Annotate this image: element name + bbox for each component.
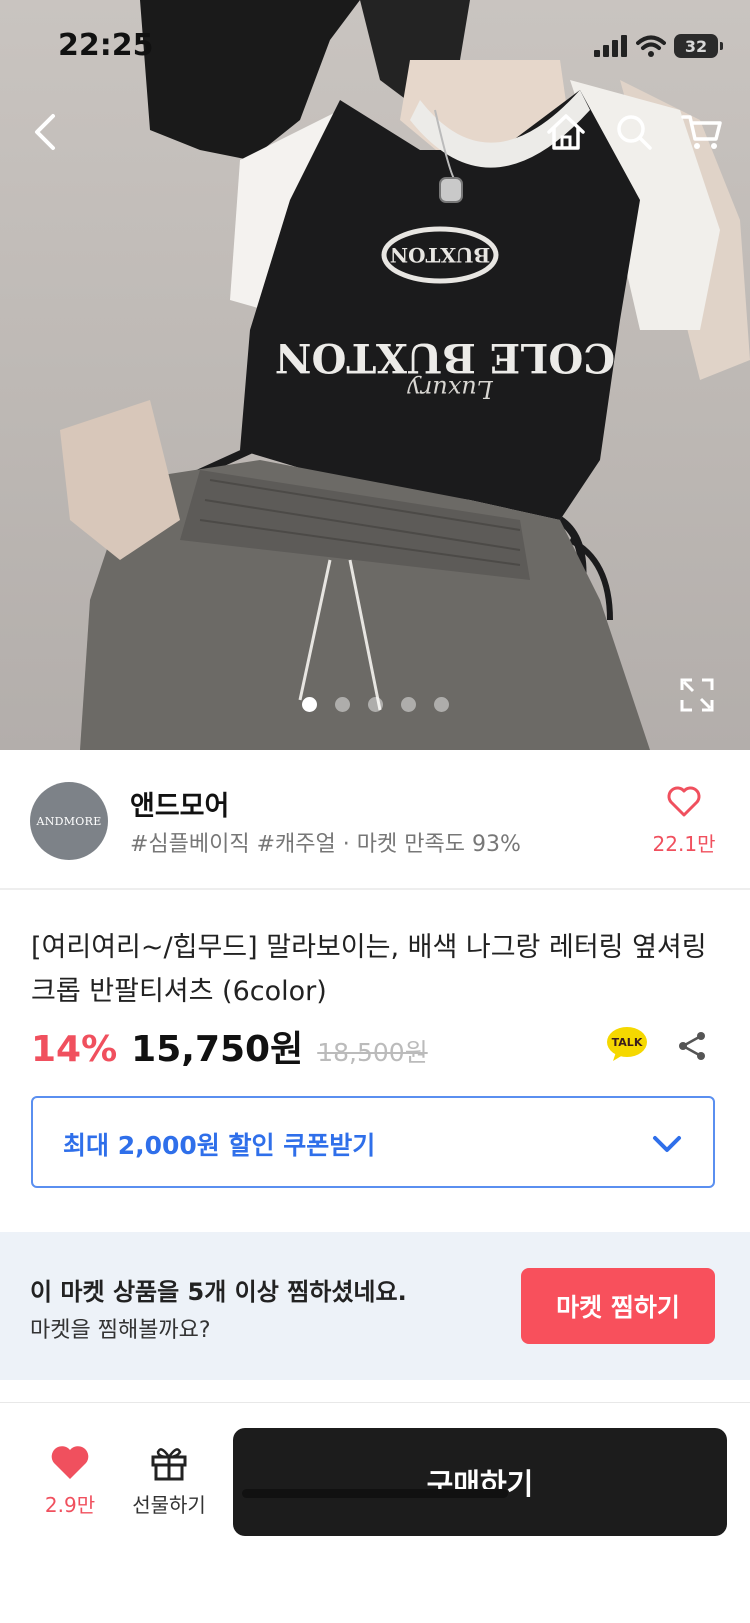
coupon-label: 최대 2,000원 할인 쿠폰받기 (63, 1131, 376, 1160)
signal-icon (594, 35, 627, 57)
like-button[interactable]: 2.9만 (40, 1445, 100, 1518)
svg-text:COLE BUXTON: COLE BUXTON (275, 334, 615, 381)
battery-indicator: 32 (674, 34, 723, 58)
carousel-dot[interactable] (367, 697, 383, 712)
sale-price: 15,750원 (131, 1029, 304, 1070)
back-button[interactable] (22, 108, 70, 156)
bottom-action-bar: 2.9만 선물하기 구매하기 (0, 1402, 750, 1623)
wifi-icon (636, 35, 666, 57)
search-icon (617, 115, 652, 150)
carousel-dot[interactable] (301, 697, 317, 712)
expand-icon[interactable] (680, 678, 714, 712)
svg-text:BUXTON: BUXTON (390, 243, 490, 267)
carousel-dot[interactable] (400, 697, 416, 712)
cart-icon (681, 115, 722, 149)
kakao-talk-icon[interactable]: TALK (606, 1026, 648, 1062)
carousel-dot[interactable] (334, 697, 350, 712)
status-icons: 32 (594, 34, 723, 58)
gift-label: 선물하기 (132, 1493, 206, 1517)
seller-name[interactable]: 앤드모어 (130, 784, 229, 823)
cart-button[interactable] (678, 108, 726, 156)
market-favorite-button[interactable]: 마켓 찜하기 (521, 1268, 715, 1344)
svg-text:Luxury: Luxury (407, 375, 494, 403)
carousel-dot[interactable] (433, 697, 449, 712)
product-image-carousel[interactable]: BUXTON COLE BUXTON Luxury 22:25 32 (0, 0, 750, 750)
svg-text:TALK: TALK (612, 1036, 643, 1049)
search-button[interactable] (610, 108, 658, 156)
heart-icon (667, 786, 701, 817)
price-row: 14% 15,750원 18,500원 (31, 1020, 428, 1072)
product-title: [여리여리~/힙무드] 말라보이는, 배색 나그랑 레터링 옆셔링 크롭 반팔티… (31, 932, 707, 1007)
seller-favorite-button[interactable]: 22.1만 (648, 786, 720, 857)
chevron-down-icon (653, 1136, 681, 1152)
original-price: 18,500원 (317, 1038, 428, 1067)
share-icon[interactable] (676, 1030, 708, 1062)
chevron-left-icon (35, 114, 55, 150)
heart-icon (51, 1446, 89, 1479)
seller-tags: #심플베이직 #캐주얼 · 마켓 만족도 93% (130, 832, 521, 857)
gift-button[interactable]: 선물하기 (124, 1443, 214, 1518)
seller-avatar[interactable]: ANDMORE (30, 782, 108, 860)
home-button[interactable] (542, 108, 590, 156)
banner-subline: 마켓을 찜해볼까요? (30, 1318, 211, 1343)
gift-icon (151, 1448, 187, 1481)
status-time: 22:25 (58, 28, 154, 63)
seller-favorite-count: 22.1만 (652, 832, 716, 856)
home-indicator (242, 1489, 508, 1498)
buy-button[interactable]: 구매하기 (233, 1428, 727, 1536)
like-count: 2.9만 (44, 1493, 96, 1517)
discount-rate: 14% (31, 1029, 118, 1070)
banner-headline: 이 마켓 상품을 5개 이상 찜하셨네요. (30, 1278, 407, 1306)
coupon-button[interactable]: 최대 2,000원 할인 쿠폰받기 (31, 1096, 715, 1188)
seller-section[interactable]: ANDMORE 앤드모어 #심플베이직 #캐주얼 · 마켓 만족도 93% 22… (0, 750, 750, 890)
market-follow-banner: 이 마켓 상품을 5개 이상 찜하셨네요. 마켓을 찜해볼까요? 마켓 찜하기 (0, 1232, 750, 1380)
home-icon (547, 114, 585, 150)
carousel-dots (0, 697, 750, 712)
